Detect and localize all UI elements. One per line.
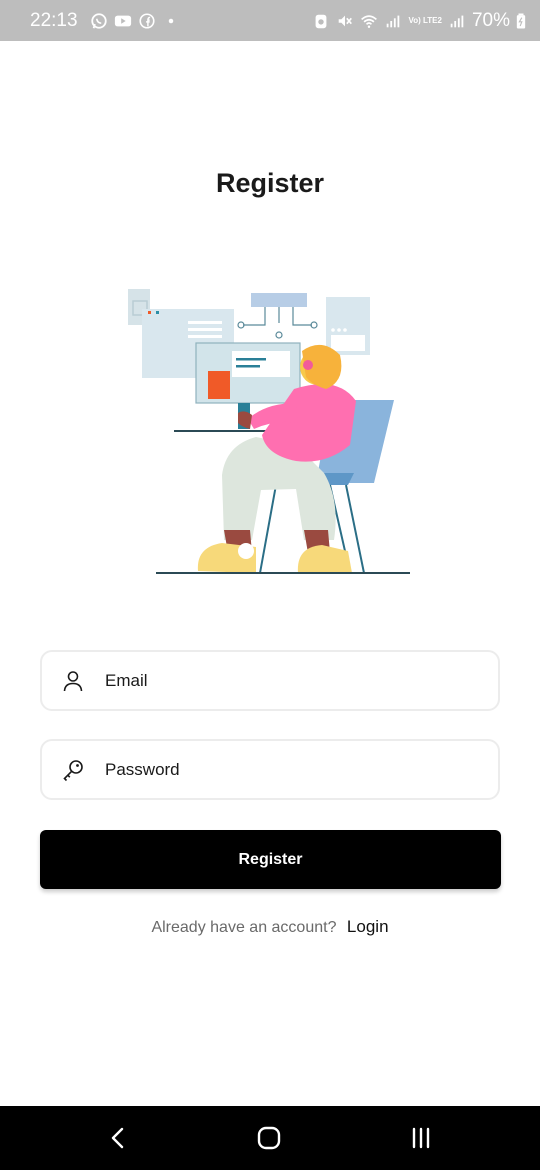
mute-icon (339, 15, 353, 26)
email-placeholder: Email (105, 670, 148, 690)
status-left: 22:13 (30, 10, 180, 32)
password-field[interactable]: Password (40, 739, 500, 800)
status-time: 22:13 (30, 9, 78, 31)
user-icon (60, 668, 86, 694)
login-prompt: Already have an account? (151, 919, 337, 936)
status-right: Vo) LTE2 70% (312, 10, 526, 32)
login-row: Already have an account? Login (0, 917, 540, 937)
register-button[interactable]: Register (40, 830, 501, 889)
back-icon[interactable] (102, 1122, 134, 1154)
signal-icon (450, 15, 464, 27)
home-icon[interactable] (253, 1122, 285, 1154)
register-illustration (128, 289, 410, 574)
nav-bar (0, 1106, 540, 1170)
recent-apps-icon[interactable] (405, 1122, 437, 1154)
battery-icon (516, 13, 526, 28)
facebook-icon (138, 12, 155, 29)
wifi-icon (361, 14, 378, 28)
email-field[interactable]: Email (40, 650, 500, 711)
page-title: Register (215, 168, 325, 198)
dot-icon (168, 18, 173, 23)
login-link[interactable]: Login (347, 917, 389, 936)
whatsapp-icon (90, 12, 107, 29)
status-bar: 22:13 Vo) LTE2 70% (0, 0, 540, 41)
alarm-icon (316, 14, 327, 28)
network-tag: Vo) LTE2 (408, 15, 442, 25)
youtube-icon (114, 15, 131, 26)
key-icon (60, 757, 86, 783)
battery-percent: 70% (471, 9, 510, 31)
signal-icon (387, 15, 400, 27)
password-placeholder: Password (105, 759, 180, 779)
